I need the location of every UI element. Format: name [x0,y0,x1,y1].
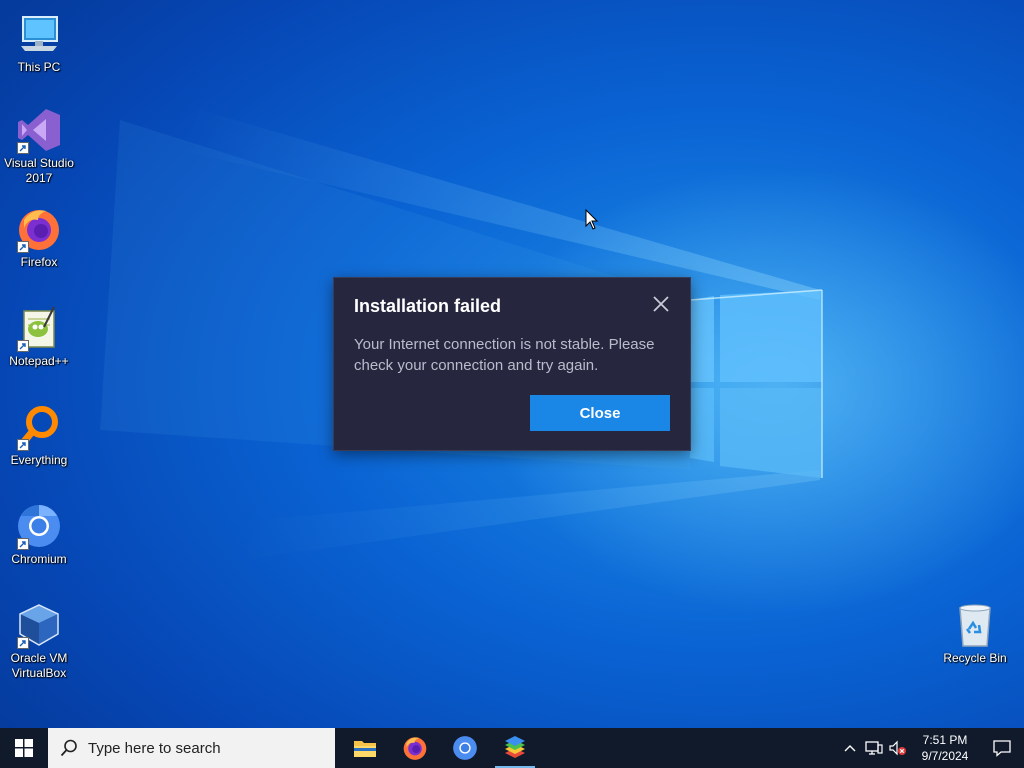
desktop-icon-label: Recycle Bin [943,651,1007,665]
network-icon[interactable] [862,728,886,768]
desktop-icon-label: Oracle VM VirtualBox [10,651,68,680]
dialog-title: Installation failed [354,296,502,316]
firefox-icon [15,205,63,253]
shortcut-arrow-icon [17,340,29,352]
mouse-cursor-icon [585,209,599,230]
taskbar-clock[interactable]: 7:51 PM 9/7/2024 [910,732,980,764]
recycle-bin-icon [951,601,999,649]
notification-icon [993,740,1011,757]
computer-icon [15,10,63,58]
shortcut-arrow-icon [17,142,29,154]
shortcut-arrow-icon [17,538,29,550]
taskbar-app-chromium[interactable] [441,728,489,768]
system-tray: 7:51 PM 9/7/2024 [838,728,1024,768]
chromium-icon [453,736,477,760]
desktop-icon-chromium[interactable]: Chromium [0,502,78,567]
taskbar-search-box[interactable]: Type here to search [48,728,335,768]
desktop-icon-firefox[interactable]: Firefox [0,205,78,270]
desktop-icon-virtualbox[interactable]: Oracle VM VirtualBox [0,601,78,681]
clock-time: 7:51 PM [922,733,968,747]
action-center-button[interactable] [980,728,1024,768]
desktop-icon-this-pc[interactable]: This PC [0,10,78,75]
firefox-icon [403,737,427,760]
taskbar-app-file-explorer[interactable] [341,728,389,768]
taskbar-app-firefox[interactable] [391,728,439,768]
desktop-icon-label: Firefox [20,255,58,269]
show-hidden-icons-chevron-up-icon[interactable] [838,728,862,768]
dialog-message: Your Internet connection is not stable. … [354,336,655,374]
notepad-plus-plus-icon [15,304,63,352]
desktop-icon-label: Notepad++ [9,354,69,368]
taskbar-app-bluestacks[interactable] [491,728,539,768]
desktop-icon-visual-studio[interactable]: Visual Studio 2017 [0,106,78,186]
desktop-icon-label: This PC [17,60,61,74]
windows-logo-icon [15,739,33,757]
installation-failed-dialog: Installation failed Your Internet connec… [333,277,691,451]
desktop-icon-label: Everything [10,453,68,467]
visual-studio-icon [15,106,63,154]
desktop-icon-notepad-plus-plus[interactable]: Notepad++ [0,304,78,369]
search-placeholder: Type here to search [88,739,221,757]
start-button[interactable] [0,728,48,768]
close-icon[interactable] [652,295,670,313]
folder-icon [354,741,376,757]
clock-date: 9/7/2024 [921,749,969,763]
search-icon [60,739,77,757]
virtualbox-icon [15,601,63,649]
desktop-icon-label: Chromium [11,552,67,566]
shortcut-arrow-icon [17,637,29,649]
desktop-icon-label: Visual Studio 2017 [4,156,74,185]
everything-search-icon [15,403,63,451]
chromium-icon [15,502,63,550]
desktop: This PC Visual Studio 2017 Firefox Notep… [0,0,1024,728]
shortcut-arrow-icon [17,241,29,253]
volume-muted-icon[interactable] [886,728,910,768]
shortcut-arrow-icon [17,439,29,451]
close-button[interactable]: Close [530,395,670,431]
taskbar: Type here to search 7:51 PM 9/7/2024 [0,728,1024,768]
desktop-icon-recycle-bin[interactable]: Recycle Bin [936,601,1014,666]
bluestacks-icon [505,736,525,758]
desktop-icon-everything[interactable]: Everything [0,403,78,468]
